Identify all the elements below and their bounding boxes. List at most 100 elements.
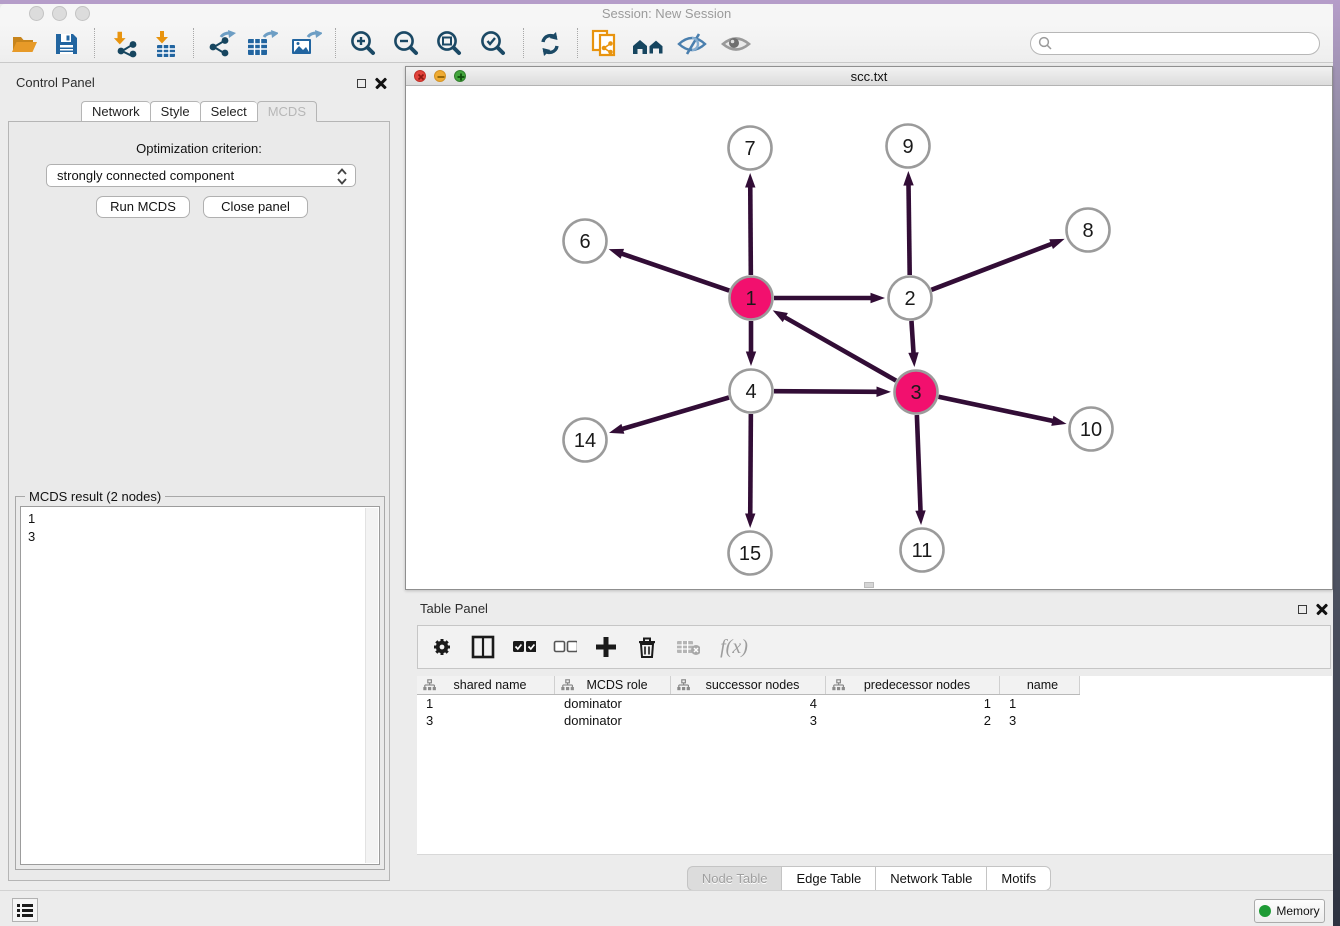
edge-3-1[interactable]	[784, 317, 896, 381]
table-tabs: Node TableEdge TableNetwork TableMotifs	[405, 866, 1333, 891]
search-input[interactable]	[1030, 32, 1320, 55]
table-row[interactable]: 3dominator323	[417, 712, 1332, 729]
desktop-wallpaper-right	[1333, 0, 1340, 926]
refresh-icon[interactable]	[534, 28, 566, 60]
import-network-icon[interactable]	[109, 28, 141, 60]
settings-gear-icon[interactable]	[430, 635, 454, 659]
cell[interactable]: 3	[417, 712, 555, 729]
edge-arrow-1-7	[745, 173, 755, 188]
zoom-fit-icon[interactable]	[433, 28, 465, 60]
edge-arrow-4-3	[876, 387, 891, 397]
table-row[interactable]: 1dominator411	[417, 695, 1332, 712]
edge-1-6[interactable]	[620, 253, 729, 290]
edge-2-8[interactable]	[931, 243, 1052, 289]
control-tab-style[interactable]: Style	[150, 101, 200, 122]
edge-3-11[interactable]	[917, 415, 921, 513]
cell[interactable]: 1	[417, 695, 555, 712]
delete-column-icon[interactable]	[635, 635, 659, 659]
delete-table-icon[interactable]	[676, 635, 700, 659]
table-tab-motifs[interactable]: Motifs	[986, 866, 1051, 891]
mcds-result-area[interactable]: 1 3	[20, 506, 380, 865]
export-image-icon[interactable]	[290, 28, 322, 60]
network-canvas[interactable]: 7968124314101511	[406, 87, 1332, 589]
deselect-all-icon[interactable]	[553, 635, 577, 659]
main-titlebar: Session: New Session	[0, 4, 1333, 24]
control-tab-network[interactable]: Network	[81, 101, 150, 122]
hierarchy-icon	[677, 679, 690, 691]
hierarchy-icon	[423, 679, 436, 691]
mcds-result-text: 1 3	[28, 510, 35, 545]
run-mcds-button[interactable]: Run MCDS	[96, 196, 190, 218]
column-header-predecessor-nodes[interactable]: predecessor nodes	[826, 676, 1000, 694]
close-panel-icon[interactable]	[375, 77, 388, 90]
table-tab-network-table[interactable]: Network Table	[875, 866, 986, 891]
edge-1-7[interactable]	[750, 185, 751, 275]
column-header-successor-nodes[interactable]: successor nodes	[671, 676, 826, 694]
open-file-icon[interactable]	[8, 28, 40, 60]
add-column-icon[interactable]	[594, 635, 618, 659]
zoom-out-icon[interactable]	[390, 28, 422, 60]
node-label-10: 10	[1080, 419, 1102, 441]
toolbar-separator	[94, 28, 95, 58]
select-all-icon[interactable]	[512, 635, 536, 659]
zoom-selected-icon[interactable]	[477, 28, 509, 60]
edge-4-15[interactable]	[750, 414, 751, 516]
export-network-icon[interactable]	[205, 28, 237, 60]
edge-arrow-3-11	[915, 510, 925, 525]
cell[interactable]: 1	[1000, 695, 1080, 712]
cell[interactable]: dominator	[555, 712, 671, 729]
show-all-icon[interactable]	[719, 28, 751, 60]
status-bar: Memory	[0, 890, 1333, 926]
cell[interactable]: 3	[1000, 712, 1080, 729]
show-columns-icon[interactable]	[471, 635, 495, 659]
control-tab-select[interactable]: Select	[200, 101, 257, 122]
table-tab-node-table[interactable]: Node Table	[687, 866, 782, 891]
criterion-dropdown[interactable]: strongly connected component	[46, 164, 356, 187]
cell[interactable]: 2	[826, 712, 1000, 729]
close-panel-button[interactable]: Close panel	[203, 196, 308, 218]
node-label-11: 11	[912, 540, 933, 562]
zoom-in-icon[interactable]	[347, 28, 379, 60]
function-builder-icon[interactable]: f(x)	[717, 635, 751, 659]
first-neighbors-icon[interactable]	[631, 28, 663, 60]
export-table-icon[interactable]	[246, 28, 278, 60]
edge-3-10[interactable]	[939, 397, 1055, 421]
edge-2-3[interactable]	[911, 321, 913, 355]
network-view-window: scc.txt 7968124314101511	[405, 66, 1333, 590]
hierarchy-icon	[832, 679, 845, 691]
column-header-MCDS-role[interactable]: MCDS role	[555, 676, 671, 694]
column-header-name[interactable]: name	[1000, 676, 1080, 694]
column-header-shared-name[interactable]: shared name	[417, 676, 555, 694]
edge-arrow-4-14	[609, 424, 624, 434]
import-table-icon[interactable]	[150, 28, 182, 60]
edge-2-9[interactable]	[908, 183, 909, 275]
canvas-scroll-thumb[interactable]	[864, 582, 874, 588]
hierarchy-icon	[561, 679, 574, 691]
cell[interactable]: 1	[826, 695, 1000, 712]
table-tab-edge-table[interactable]: Edge Table	[781, 866, 875, 891]
main-window: Session: New Session	[0, 4, 1333, 926]
application-window: Session: New Session	[0, 0, 1340, 926]
control-tab-mcds[interactable]: MCDS	[257, 101, 317, 122]
cell[interactable]: 4	[671, 695, 826, 712]
save-session-icon[interactable]	[50, 28, 82, 60]
float-panel-icon[interactable]	[357, 79, 366, 88]
result-scrollbar[interactable]	[365, 508, 378, 863]
edge-arrow-2-9	[903, 171, 913, 186]
cell[interactable]: dominator	[555, 695, 671, 712]
cell[interactable]: 3	[671, 712, 826, 729]
hide-selected-icon[interactable]	[675, 28, 707, 60]
edge-arrow-3-10	[1051, 416, 1066, 426]
edge-4-14[interactable]	[621, 398, 729, 430]
clone-network-icon[interactable]	[589, 28, 621, 60]
dropdown-arrows-icon	[335, 167, 349, 189]
memory-button[interactable]: Memory	[1254, 899, 1325, 923]
edge-4-3[interactable]	[774, 391, 879, 392]
float-table-panel-icon[interactable]	[1298, 605, 1307, 614]
table-panel: Table Panel	[405, 596, 1333, 894]
network-window-titlebar: scc.txt	[406, 67, 1332, 86]
edge-arrow-4-15	[745, 513, 755, 528]
task-history-button[interactable]	[12, 898, 38, 922]
window-title: Session: New Session	[0, 6, 1333, 21]
close-table-panel-icon[interactable]	[1316, 603, 1329, 616]
